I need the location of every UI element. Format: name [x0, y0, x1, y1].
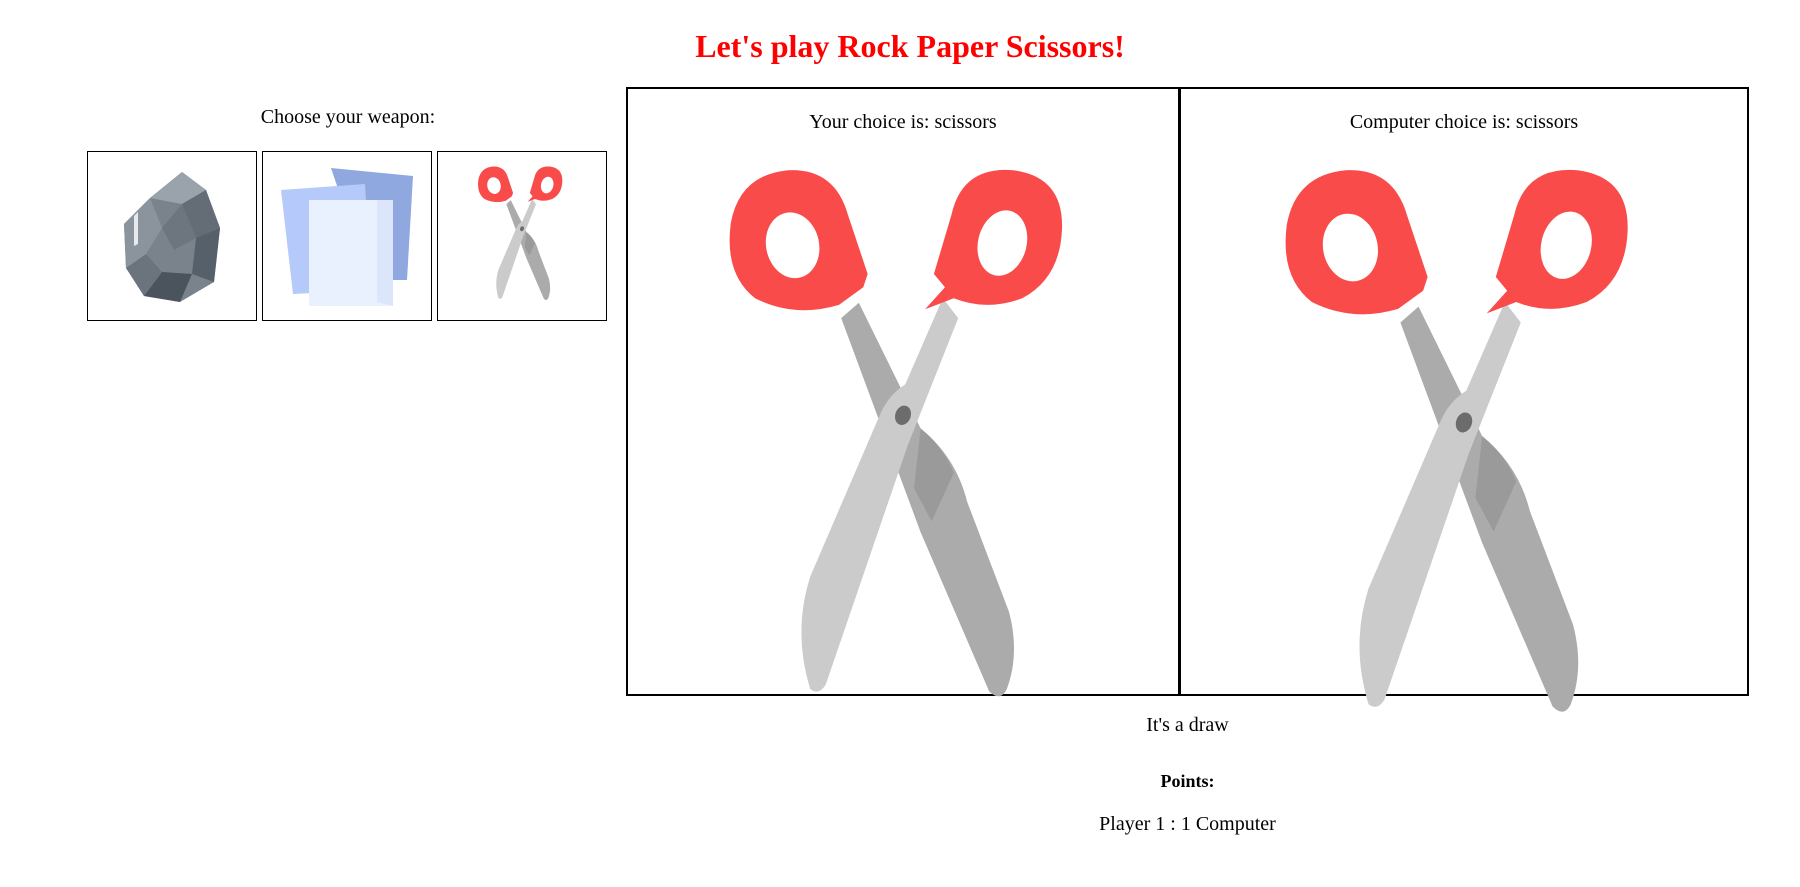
points-heading: Points: [1160, 771, 1215, 791]
computer-choice-text: Computer choice is: scissors [1349, 111, 1579, 133]
score-line: Player 1 : 1 Computer [1099, 813, 1276, 835]
result-text: It's a draw [1146, 714, 1229, 736]
weapon-prompt: Choose your weapon: [260, 106, 436, 128]
scissors-icon [723, 168, 1083, 720]
scissors-button[interactable] [437, 151, 607, 321]
player-choice-text: Your choice is: scissors [809, 111, 997, 133]
paper-icon [281, 168, 413, 306]
battle-arena: Your choice is: scissors Computer choice… [626, 87, 1749, 696]
computer-panel: Computer choice is: scissors [1181, 89, 1747, 694]
scissors-icon [473, 166, 571, 306]
paper-button[interactable] [262, 151, 432, 321]
rock-icon [124, 172, 220, 302]
rock-button[interactable] [87, 151, 257, 321]
player-panel: Your choice is: scissors [628, 89, 1181, 694]
weapon-options [87, 151, 607, 321]
scissors-icon [1278, 168, 1650, 736]
page-title: Let's play Rock Paper Scissors! [695, 28, 1125, 64]
